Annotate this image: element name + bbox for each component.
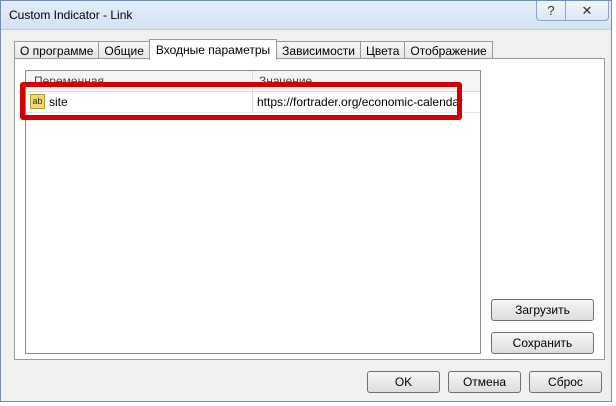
column-divider[interactable] xyxy=(252,71,253,91)
ok-button[interactable]: OK xyxy=(367,371,440,393)
reset-button[interactable]: Сброс xyxy=(529,371,602,393)
column-header-variable[interactable]: Переменная xyxy=(34,74,104,88)
save-button[interactable]: Сохранить xyxy=(491,332,594,354)
string-type-icon: ab xyxy=(30,94,45,109)
variable-value-cell[interactable]: https://fortrader.org/economic-calendar xyxy=(257,95,463,109)
parameters-grid: Переменная Значение ab site https://fort… xyxy=(25,70,481,354)
cell-divider xyxy=(252,92,253,112)
window-title: Custom Indicator - Link xyxy=(9,8,133,22)
help-button[interactable]: ? xyxy=(536,1,566,21)
load-button[interactable]: Загрузить xyxy=(491,299,594,321)
variable-name-cell[interactable]: site xyxy=(49,95,68,109)
cancel-button[interactable]: Отмена xyxy=(448,371,521,393)
dialog-window: Custom Indicator - Link ? ✕ О программе … xyxy=(0,0,612,402)
tab-visualization[interactable]: Отображение xyxy=(404,41,493,59)
tab-colors[interactable]: Цвета xyxy=(359,41,406,59)
question-icon: ? xyxy=(547,3,555,18)
tab-dependencies[interactable]: Зависимости xyxy=(276,41,361,59)
tab-inputs[interactable]: Входные параметры xyxy=(148,39,278,60)
column-header-value[interactable]: Значение xyxy=(259,74,312,88)
tab-about[interactable]: О программе xyxy=(14,41,100,59)
grid-header: Переменная Значение xyxy=(26,71,480,92)
close-button[interactable]: ✕ xyxy=(565,1,609,21)
tab-common[interactable]: Общие xyxy=(98,41,150,59)
close-icon: ✕ xyxy=(581,2,593,18)
table-row[interactable]: ab site https://fortrader.org/economic-c… xyxy=(26,92,480,113)
title-bar: Custom Indicator - Link ? ✕ xyxy=(1,1,611,30)
tab-bar: О программе Общие Входные параметры Зави… xyxy=(14,39,493,60)
